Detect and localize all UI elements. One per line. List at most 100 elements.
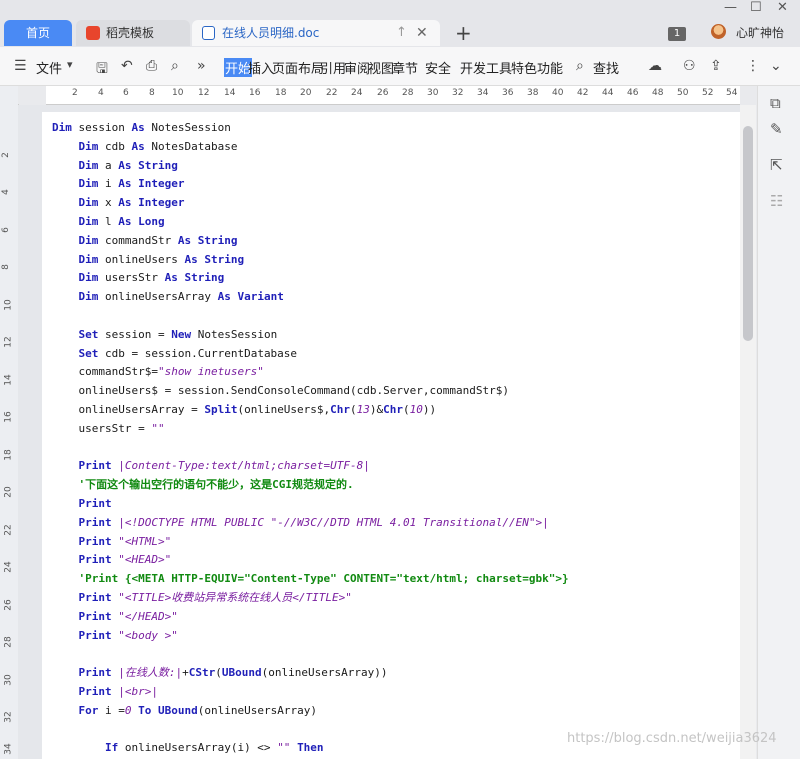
username[interactable]: 心旷神怡	[736, 24, 784, 41]
code-token: (	[350, 402, 357, 416]
ruler-tick-label: 48	[652, 88, 664, 98]
tab-special-features[interactable]: 特色功能	[511, 58, 563, 77]
vertical-ruler[interactable]: 2 4 6 8 10 12 14 16 18 20 22 24 26 28 30…	[0, 104, 19, 759]
ruler-tick-label: 24	[3, 561, 14, 573]
adjust-icon[interactable]: ☷	[770, 192, 783, 210]
ruler-tick-label: 28	[402, 88, 414, 98]
ruler-tick-label: 34	[3, 743, 14, 755]
tab-page-layout[interactable]: 页面布局	[272, 58, 324, 77]
save-icon[interactable]: 🖫	[96, 58, 108, 82]
maximize-icon[interactable]: ☐	[750, 0, 762, 15]
ruler-tick-label: 8	[0, 264, 11, 270]
pen-icon[interactable]: ✎	[770, 120, 783, 138]
code-token: l	[98, 214, 119, 228]
menu-icon[interactable]: ☰	[14, 58, 27, 74]
search-icon[interactable]: ⌕	[576, 58, 584, 74]
code-token: onlineUsers	[98, 252, 185, 266]
word-doc-icon	[202, 26, 215, 40]
ruler-tick-label: 6	[123, 88, 129, 98]
ruler-tick-label: 12	[3, 336, 14, 348]
code-token: x	[98, 196, 119, 210]
ruler-tick-label: 28	[3, 636, 14, 648]
ruler-tick-label: 16	[249, 88, 261, 98]
docer-logo-icon	[86, 26, 100, 40]
window-count-badge[interactable]: 1	[668, 27, 686, 41]
tab-document-label: 在线人员明细.doc	[222, 26, 320, 40]
undo-icon[interactable]: ↶	[121, 58, 133, 74]
code-token: Dim	[78, 214, 99, 228]
code-token: Print	[78, 684, 112, 698]
right-side-panel	[757, 86, 800, 759]
tab-view[interactable]: 视图	[368, 58, 394, 77]
code-token: (onlineUsers$,	[237, 402, 331, 416]
minimize-icon[interactable]: —	[724, 0, 737, 15]
code-line: Print "<TITLE>收费站异常系统在线人员</TITLE>"	[52, 589, 569, 608]
code-token: Print	[78, 459, 112, 473]
tab-document[interactable]: 在线人员明细.doc ↑ ✕	[192, 20, 440, 46]
tab-review[interactable]: 审阅	[344, 58, 370, 77]
tab-developer[interactable]: 开发工具	[460, 58, 512, 77]
code-token: For	[78, 703, 99, 717]
ruler-tick-label: 22	[326, 88, 338, 98]
new-tab-icon[interactable]: +	[455, 20, 472, 46]
code-line: Dim usersStr As String	[52, 269, 569, 288]
code-token: onlineUsersArray	[98, 290, 218, 304]
share-user-icon[interactable]: ⚇	[683, 58, 696, 74]
tab-security[interactable]: 安全	[425, 58, 451, 77]
code-token: As Integer	[118, 196, 185, 210]
ruler-tick-label: 54	[726, 88, 738, 98]
ruler-tick-label: 44	[602, 88, 614, 98]
panel-collapse-icon[interactable]: ⧉	[770, 94, 781, 112]
code-line: Dim session As NotesSession	[52, 119, 569, 138]
collapse-ribbon-icon[interactable]: ⌄	[770, 58, 782, 74]
document-body[interactable]: Dim session As NotesSession Dim cdb As N…	[52, 119, 569, 758]
tab-docer-templates[interactable]: 稻壳模板	[76, 20, 190, 46]
code-token: 13	[356, 402, 370, 416]
tab-reference[interactable]: 引用	[320, 58, 346, 77]
code-token: As Long	[118, 214, 165, 228]
print-preview-icon[interactable]: ⌕	[171, 58, 179, 74]
code-token: ))	[422, 402, 437, 416]
more-icon[interactable]: »	[197, 58, 206, 74]
print-icon[interactable]: ⎙	[146, 58, 157, 74]
ruler-tick-label: 14	[224, 88, 236, 98]
tab-chapter[interactable]: 章节	[392, 58, 418, 77]
code-line: Print "<HEAD>"	[52, 551, 569, 570]
more-options-icon[interactable]: ⋮	[746, 58, 760, 74]
code-line: onlineUsersArray = Split(onlineUsers$,Ch…	[52, 401, 569, 420]
select-cursor-icon[interactable]: ⇱	[770, 156, 783, 174]
horizontal-ruler[interactable]: 2 4 6 8 10 12 14 16 18 20 22 24 26 28 30…	[46, 86, 740, 105]
code-token: +	[182, 666, 189, 680]
cloud-icon[interactable]: ☁	[648, 58, 662, 74]
close-window-icon[interactable]: ✕	[777, 0, 788, 15]
code-token: "<body >"	[118, 628, 178, 642]
chevron-down-icon[interactable]: ▾	[67, 58, 73, 71]
tab-home[interactable]: 首页	[4, 20, 72, 46]
code-line: If onlineUsersArray(i) <> "" Then	[52, 739, 569, 758]
scrollbar-thumb[interactable]	[743, 126, 753, 341]
close-tab-icon[interactable]: ✕	[416, 20, 428, 46]
tab-insert[interactable]: 插入	[248, 58, 274, 77]
code-token: Dim	[78, 139, 99, 153]
ruler-tick-label: 22	[3, 524, 14, 536]
code-line: Dim l As Long	[52, 213, 569, 232]
avatar[interactable]	[711, 24, 726, 39]
code-line: Dim onlineUsersArray As Variant	[52, 288, 569, 307]
share-icon[interactable]: ⇪	[710, 58, 722, 74]
code-line: Dim i As Integer	[52, 175, 569, 194]
arrow-up-icon[interactable]: ↑	[396, 20, 407, 46]
code-token: To	[138, 703, 152, 717]
ruler-tick-label: 34	[477, 88, 489, 98]
code-line: Dim x As Integer	[52, 194, 569, 213]
search-button[interactable]: 查找	[593, 58, 619, 77]
file-menu[interactable]: 文件	[36, 58, 62, 77]
code-token: Dim	[78, 158, 99, 172]
